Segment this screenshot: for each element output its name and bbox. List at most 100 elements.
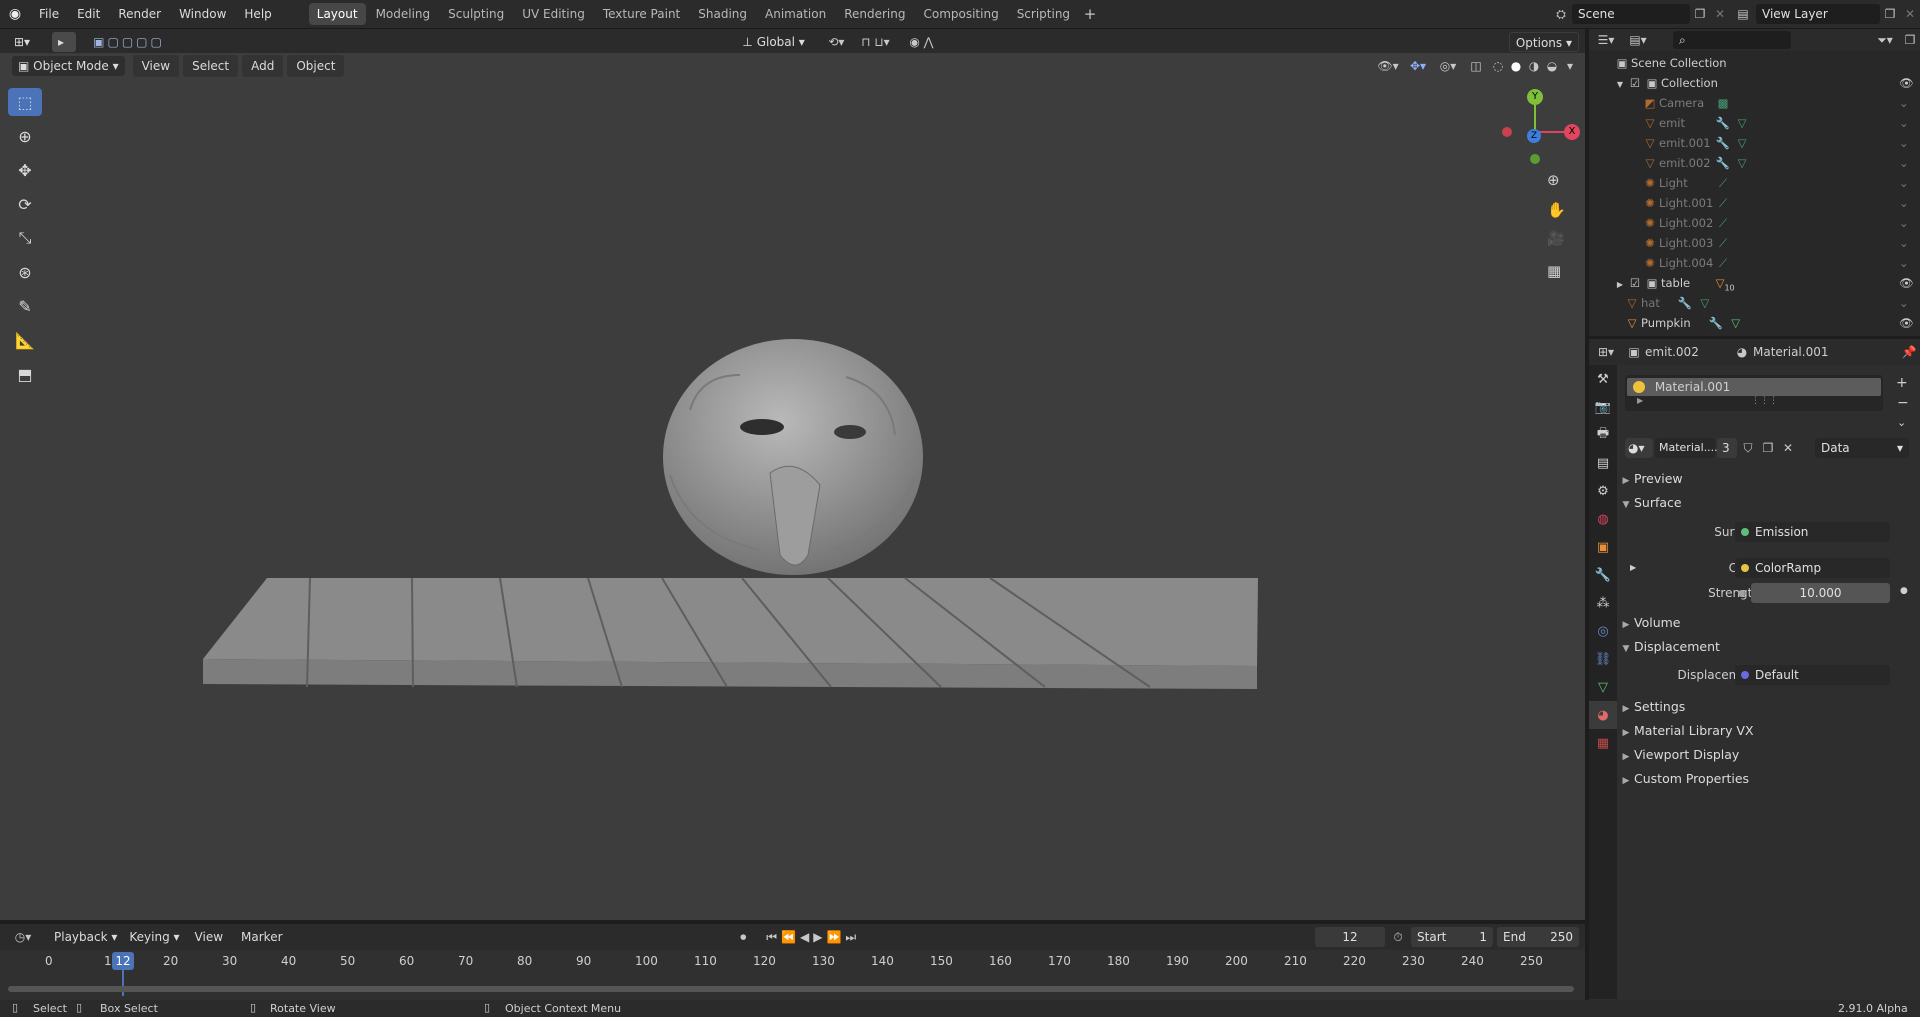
snap-icon[interactable]: ⊓ ⊔▾ <box>852 35 898 49</box>
ortho-grid-icon[interactable]: ▦ <box>1547 262 1561 280</box>
select-tool-button[interactable]: ▸ <box>52 32 76 52</box>
shading-solid-icon[interactable]: ● <box>1507 59 1525 73</box>
material-tab-icon[interactable]: ◕ <box>1589 701 1617 729</box>
visibility-toggle-icon[interactable]: ⌄ <box>1899 193 1909 213</box>
end-frame-field[interactable]: End 250 <box>1497 927 1580 947</box>
visibility-toggle-icon[interactable]: ⌄ <box>1899 253 1909 273</box>
checkbox-icon[interactable]: ☑ <box>1627 273 1643 293</box>
section-volume[interactable]: ▶ Volume <box>1618 612 1920 634</box>
timeline-marker-menu[interactable]: Marker <box>232 926 291 948</box>
playback-controls[interactable]: ⏮⏪◀▶⏩⏭ <box>753 930 873 945</box>
add-workspace-icon[interactable]: + <box>1078 5 1102 23</box>
workspace-tab-rendering[interactable]: Rendering <box>836 3 913 25</box>
workspace-tab-uv-editing[interactable]: UV Editing <box>514 3 593 25</box>
section-material-library[interactable]: ▶ Material Library VX <box>1618 720 1920 742</box>
view-layer-icon[interactable]: ▤ <box>1730 7 1756 21</box>
menu-edit[interactable]: Edit <box>68 3 109 25</box>
select-box-tool-icon[interactable]: ⬚ <box>8 88 42 116</box>
visibility-toggle-icon[interactable]: ⌄ <box>1899 93 1909 113</box>
outliner-editor-type-icon[interactable]: ☰▾ <box>1589 33 1623 47</box>
timeline-ruler[interactable]: 0102030405060708090100110120130140150160… <box>0 952 1585 972</box>
record-icon[interactable]: ⏺ <box>733 930 753 945</box>
table-mesh[interactable] <box>203 577 1258 689</box>
outliner-row-light-003[interactable]: ✺ Light.003 ⟋ ⌄ <box>1589 233 1920 253</box>
start-frame-field[interactable]: Start 1 <box>1411 927 1494 947</box>
camera-view-icon[interactable]: 🎥 <box>1547 231 1564 247</box>
remove-slot-icon[interactable]: − <box>1897 395 1909 411</box>
scene-name-field[interactable]: Scene <box>1572 4 1690 24</box>
checkbox-icon[interactable]: ☑ <box>1627 73 1643 93</box>
cursor-tool-icon[interactable]: ⊕ <box>8 122 42 150</box>
menu-render[interactable]: Render <box>109 3 170 25</box>
add-cube-tool-icon[interactable]: ⬒ <box>8 360 42 388</box>
link-dropdown[interactable]: Data ▾ <box>1815 438 1909 458</box>
proportional-edit-icon[interactable]: ◉ ⋀ <box>898 35 944 49</box>
slot-list-resize-icon[interactable]: ⋮⋮⋮ <box>1751 396 1778 406</box>
blender-logo-icon[interactable]: ◉ <box>0 6 30 22</box>
display-mode-icon[interactable]: ▤▾ <box>1623 33 1653 47</box>
pivot-icon[interactable]: ⟲▾ <box>820 35 852 49</box>
outliner-row-light-001[interactable]: ✺ Light.001 ⟋ ⌄ <box>1589 193 1920 213</box>
color-input-field[interactable]: ColorRamp <box>1735 558 1890 578</box>
outliner-row-table[interactable]: ▶ ☑ ▣ table ▽10 👁 <box>1589 273 1920 293</box>
workspace-tab-sculpting[interactable]: Sculpting <box>440 3 512 25</box>
vp-menu-add[interactable]: Add <box>242 55 284 77</box>
tool-tab-icon[interactable]: ⚒ <box>1589 365 1617 393</box>
render-tab-icon[interactable]: 📷 <box>1589 393 1617 421</box>
world-tab-icon[interactable]: ◍ <box>1589 505 1617 533</box>
visibility-toggle-icon[interactable]: ⌄ <box>1899 113 1909 133</box>
context-material-label[interactable]: Material.001 <box>1753 345 1828 359</box>
visibility-toggle-icon[interactable]: ⌄ <box>1899 133 1909 153</box>
timeline-editor-type-icon[interactable]: ◷▾ <box>8 930 38 944</box>
section-settings[interactable]: ▶ Settings <box>1618 696 1920 718</box>
gizmo-toggle-icon[interactable]: ✥▾ <box>1403 59 1433 73</box>
select-mode-icons[interactable]: ▣▢▢▢▢ <box>86 35 172 49</box>
particles-tab-icon[interactable]: ⁂ <box>1589 589 1617 617</box>
move-tool-icon[interactable]: ✥ <box>8 156 42 184</box>
section-preview[interactable]: ▶ Preview <box>1618 468 1920 490</box>
gizmo-y-axis[interactable]: Y <box>1527 89 1543 105</box>
outliner-row-emit-002[interactable]: ▽ emit.002 🔧 ▽ ⌄ <box>1589 153 1920 173</box>
options-dropdown[interactable]: Options ▾ <box>1508 32 1579 52</box>
outliner-row-light[interactable]: ✺ Light ⟋ ⌄ <box>1589 173 1920 193</box>
material-name-field[interactable]: Material.... <box>1655 438 1718 458</box>
vp-menu-object[interactable]: Object <box>287 55 345 77</box>
visibility-toggle-icon[interactable]: ⌄ <box>1899 153 1909 173</box>
outliner-search-field[interactable]: ⌕ <box>1673 31 1791 49</box>
section-surface[interactable]: ▼ Surface <box>1618 492 1920 514</box>
workspace-tab-texture-paint[interactable]: Texture Paint <box>595 3 688 25</box>
current-frame-field[interactable]: 12 <box>1315 927 1386 947</box>
strength-field[interactable]: 10.000 <box>1751 583 1890 603</box>
properties-editor-type-icon[interactable]: ⊞▾ <box>1589 345 1623 359</box>
scene-icon[interactable]: ⛭ <box>1550 7 1572 22</box>
filter-icon[interactable]: ⏷▾ <box>1870 33 1900 48</box>
eye-icon[interactable]: 👁 <box>1899 313 1914 333</box>
gizmo-z-axis[interactable]: Z <box>1527 129 1541 143</box>
new-view-layer-icon[interactable]: ❐ <box>1880 7 1900 21</box>
duplicate-material-icon[interactable]: ❐ <box>1759 441 1777 455</box>
keyframe-dot-icon[interactable]: ● <box>1900 586 1908 596</box>
output-tab-icon[interactable]: 🖶 <box>1589 421 1617 449</box>
section-custom-properties[interactable]: ▶ Custom Properties <box>1618 768 1920 790</box>
modifier-tab-icon[interactable]: 🔧 <box>1589 561 1617 589</box>
shading-wireframe-icon[interactable]: ◌ <box>1489 59 1507 73</box>
outliner-row-collection[interactable]: ▼ ☑ ▣ Collection 👁 <box>1589 73 1920 93</box>
section-displacement[interactable]: ▼ Displacement <box>1618 636 1920 658</box>
menu-file[interactable]: File <box>30 3 68 25</box>
gizmo-x-axis[interactable]: X <box>1564 124 1580 140</box>
section-viewport-display[interactable]: ▶ Viewport Display <box>1618 744 1920 766</box>
viewport-scene[interactable] <box>0 55 1585 920</box>
visibility-toggle-icon[interactable]: ⌄ <box>1899 233 1909 253</box>
pin-icon[interactable]: 📌 <box>1898 345 1920 359</box>
outliner-row-emit[interactable]: ▽ emit 🔧 ▽ ⌄ <box>1589 113 1920 133</box>
visibility-icon[interactable]: 👁▾ <box>1373 59 1403 73</box>
expand-icon[interactable]: ▶ <box>1613 275 1627 295</box>
measure-tool-icon[interactable]: 📐 <box>8 326 42 354</box>
context-object-label[interactable]: emit.002 <box>1645 345 1731 359</box>
workspace-tab-modeling[interactable]: Modeling <box>368 3 439 25</box>
users-count-button[interactable]: 3 <box>1717 438 1737 458</box>
expand-icon[interactable]: ▼ <box>1613 75 1627 95</box>
shading-rendered-icon[interactable]: ◒ <box>1543 59 1561 73</box>
playhead[interactable]: 12 <box>112 952 134 970</box>
delete-scene-icon[interactable]: ✕ <box>1710 7 1730 21</box>
